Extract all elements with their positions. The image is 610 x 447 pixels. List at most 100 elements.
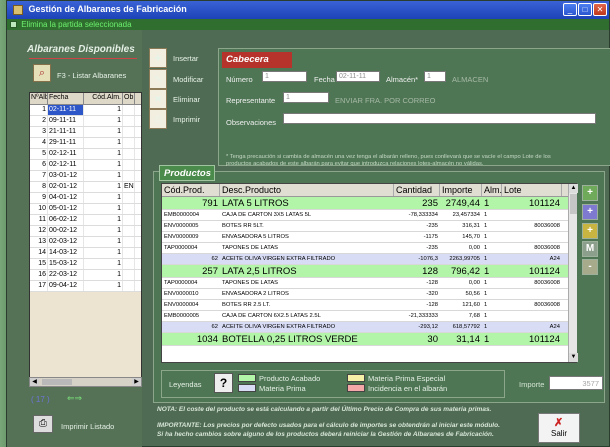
grid-vscrollbar[interactable]: ▲ ▼ <box>568 184 578 362</box>
representante-label: Representante <box>226 96 276 105</box>
list-item[interactable]: 17 09-04-12 1 <box>30 281 141 292</box>
material-row[interactable]: EMB0000005 CAJA DE CARTON 6X2.5 LATAS 2.5… <box>162 311 576 322</box>
list-item[interactable]: 14 14-03-12 1 <box>30 248 141 259</box>
header-alm[interactable]: Alm. <box>482 184 502 196</box>
observaciones-label: Observaciones <box>226 118 277 127</box>
cantidad-cell: 30 <box>427 334 438 345</box>
cod-cell: EMB0000004 <box>164 212 200 218</box>
albaran-almacen: 1 <box>84 204 123 214</box>
albaran-obs <box>123 138 135 148</box>
alm-cell: 1 <box>484 234 488 240</box>
exit-label: Salir <box>550 429 567 438</box>
modify-line-button[interactable]: M <box>582 241 598 257</box>
alm-cell: 1 <box>484 266 490 277</box>
importe-cell: 2263,99705 <box>449 256 480 262</box>
albaran-almacen: 1 <box>84 149 123 159</box>
search-icon[interactable]: ⌕ <box>33 64 51 82</box>
add-special-button[interactable]: + <box>582 223 598 239</box>
list-item[interactable]: 6 02-12-11 1 <box>30 160 141 171</box>
add-material-button[interactable]: + <box>582 204 598 220</box>
productos-grid[interactable]: Cód.Prod. Desc.Producto Cantidad Importe… <box>161 183 577 363</box>
insert-label: Insertar <box>173 54 199 63</box>
list-hscrollbar[interactable]: ◀ ▶ <box>29 377 142 387</box>
delete-line-button[interactable]: - <box>582 259 598 275</box>
cabecera-tab[interactable]: Cabecera <box>222 52 292 68</box>
product-row[interactable]: 791 LATA 5 LITROS 235 2749,44 1 101124 <box>162 197 576 210</box>
nav-arrows-icon[interactable]: ⇐⇒ <box>67 393 101 403</box>
numero-field[interactable]: 1 <box>262 71 307 82</box>
list-item[interactable]: 7 03-01-12 1 <box>30 171 141 182</box>
scroll-right-icon[interactable]: ▶ <box>132 378 141 386</box>
window-title: Gestión de Albaranes de Fabricación <box>28 4 187 14</box>
list-item[interactable]: 12 00-02-12 1 <box>30 226 141 237</box>
footer-note-2: IMPORTANTE: Los precios por defecto usad… <box>157 422 500 429</box>
list-item[interactable]: 802-01-121ENV <box>30 182 141 193</box>
desc-cell: LATA 2,5 LITROS <box>222 266 297 277</box>
grid-scroll-thumb[interactable] <box>570 194 577 214</box>
almacen-warning-note: * Tenga precaución si cambia de almacén … <box>226 154 596 168</box>
list-item[interactable]: 10 05-01-12 1 <box>30 204 141 215</box>
swatch-incidencia <box>347 384 365 392</box>
scroll-thumb[interactable] <box>42 379 72 385</box>
list-item[interactable]: 9 04-01-12 1 <box>30 193 141 204</box>
material-row[interactable]: TAP0000004 TAPONES DE LATAS -235 0,00 1 80036… <box>162 243 576 254</box>
list-item[interactable]: 3 21-11-11 1 <box>30 127 141 138</box>
cantidad-cell: -1175 <box>423 234 438 240</box>
almacen-field[interactable]: 1 <box>424 71 446 82</box>
header-fecha[interactable]: Fecha <box>48 93 84 104</box>
scroll-down-icon[interactable]: ▼ <box>569 353 578 362</box>
scroll-left-icon[interactable]: ◀ <box>30 378 39 386</box>
albaran-obs <box>123 149 135 159</box>
list-item[interactable]: 1 02-11-11 1 <box>30 105 141 116</box>
desc-cell: LATA 5 LITROS <box>222 198 289 209</box>
header-descprod[interactable]: Desc.Producto <box>220 184 394 196</box>
list-item[interactable]: 4 29-11-11 1 <box>30 138 141 149</box>
albaran-almacen: 1 <box>84 116 123 126</box>
header-cantidad[interactable]: Cantidad <box>394 184 440 196</box>
material-row[interactable]: TAP0000004 TAPONES DE LATAS -128 0,00 1 80036… <box>162 278 576 289</box>
header-codalm[interactable]: Cód.Alm. <box>84 93 123 104</box>
material-row[interactable]: ENV0000005 BOTES RR 5LT. -235 316,31 1 800360… <box>162 221 576 232</box>
header-ob[interactable]: Ob <box>123 93 135 104</box>
material-row[interactable]: ENV0000010 ENVASADORA 2 LITROS -320 50,56 1 <box>162 289 576 300</box>
albaran-number: 15 <box>30 259 48 269</box>
scroll-up-icon[interactable]: ▲ <box>569 184 578 193</box>
list-item[interactable]: 2 09-11-11 1 <box>30 116 141 127</box>
albaran-number: 11 <box>30 215 48 225</box>
print-button[interactable]: ⎙ Imprimir <box>149 109 213 133</box>
material-row[interactable]: EMB0000004 CAJA DE CARTON 3X5 LATAS 5L -78… <box>162 210 576 221</box>
fecha-field[interactable]: 02-11-11 <box>336 71 380 82</box>
albaran-date: 02-12-11 <box>48 149 84 159</box>
exit-button[interactable]: ✗ Salir <box>538 413 580 443</box>
material-row[interactable]: 62 ACEITE OLIVA VIRGEN EXTRA FILTRADO -107… <box>162 254 576 265</box>
material-row[interactable]: 62 ACEITE OLIVA VIRGEN EXTRA FILTRADO -293… <box>162 322 576 333</box>
albaran-almacen: 1 <box>84 226 123 236</box>
albaran-date: 03-01-12 <box>48 171 84 181</box>
maximize-button[interactable]: □ <box>578 3 592 16</box>
header-lote[interactable]: Lote <box>502 184 562 196</box>
material-row[interactable]: ENV0000004 BOTES RR 2.5 LT. -128 121,60 1 800… <box>162 300 576 311</box>
minimize-button[interactable]: _ <box>563 3 577 16</box>
header-importe[interactable]: Importe <box>440 184 482 196</box>
product-row[interactable]: 1034 BOTELLA 0,25 LITROS VERDE 30 31,14 1 101… <box>162 333 576 346</box>
list-item[interactable]: 11 06-02-12 1 <box>30 215 141 226</box>
representante-field[interactable]: 1 <box>283 92 329 103</box>
header-codprod[interactable]: Cód.Prod. <box>162 184 220 196</box>
close-button[interactable]: ✕ <box>593 3 607 16</box>
printer-icon[interactable]: ⎙ <box>33 415 53 433</box>
list-item[interactable]: 16 22-03-12 1 <box>30 270 141 281</box>
productos-tab[interactable]: Productos <box>159 165 215 181</box>
list-item[interactable]: 15 15-03-12 1 <box>30 259 141 270</box>
list-item[interactable]: 5 02-12-11 1 <box>30 149 141 160</box>
albaranes-list[interactable]: NºAlb. Fecha Cód.Alm. Ob 102-11-111209-1… <box>29 92 142 381</box>
material-row[interactable]: ENV0000009 ENVASADORA 5 LITROS -1175 145,70… <box>162 232 576 243</box>
albaran-number: 17 <box>30 281 48 291</box>
list-item[interactable]: 13 02-03-12 1 <box>30 237 141 248</box>
add-product-button[interactable]: + <box>582 185 598 201</box>
albaran-date: 09-11-11 <box>48 116 84 126</box>
observaciones-field[interactable] <box>283 113 596 124</box>
help-button[interactable]: ? <box>214 373 233 393</box>
header-nalb[interactable]: NºAlb. <box>30 93 48 104</box>
product-row[interactable]: 257 LATA 2,5 LITROS 128 796,42 1 101124 <box>162 265 576 278</box>
legend-label: Leyendas <box>169 380 202 389</box>
